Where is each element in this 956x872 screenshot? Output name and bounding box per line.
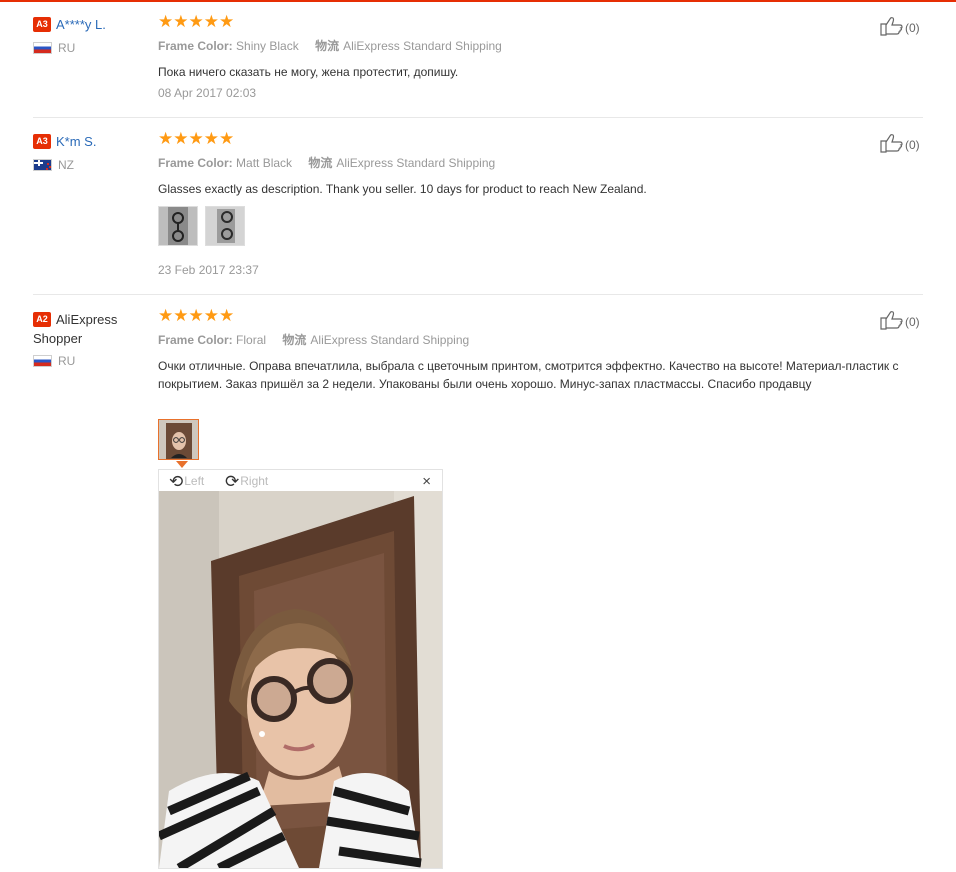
review-meta: Frame Color: Shiny Black 物流 AliExpress St… bbox=[158, 37, 928, 54]
rating-stars: ★★★★★ bbox=[158, 12, 235, 31]
flag-nz-icon bbox=[33, 159, 52, 171]
thumbs-up-icon bbox=[880, 311, 903, 330]
photo-viewer: ⟲Left ⟳Right × bbox=[158, 469, 443, 869]
frame-color-value: Floral bbox=[236, 333, 267, 347]
review-photo-thumbnail-selected[interactable] bbox=[158, 419, 199, 460]
thumbs-up-icon bbox=[880, 134, 903, 153]
helpful-button[interactable]: (0) bbox=[880, 16, 920, 36]
review-divider bbox=[33, 294, 923, 295]
shipping-label: 物流 bbox=[282, 333, 307, 347]
reviewer-country: NZ bbox=[33, 158, 143, 172]
review-body: ★★★★★ Frame Color: Floral 物流 AliExpress S… bbox=[158, 306, 928, 393]
country-code: RU bbox=[58, 41, 76, 55]
flag-ru-icon bbox=[33, 355, 52, 367]
photo-viewer-toolbar: ⟲Left ⟳Right × bbox=[159, 470, 442, 491]
shipping-info: 物流 AliExpress Standard Shipping bbox=[282, 333, 469, 347]
reviewer-info: A3 A****y L. RU bbox=[33, 16, 143, 55]
shipping-value: AliExpress Standard Shipping bbox=[336, 156, 496, 170]
review-date: 08 Apr 2017 02:03 bbox=[158, 86, 257, 100]
top-accent-line bbox=[0, 0, 956, 2]
review-text: Glasses exactly as description. Thank yo… bbox=[158, 182, 647, 196]
reviewer-name[interactable]: A****y L. bbox=[56, 17, 106, 32]
helpful-count: (0) bbox=[905, 138, 920, 152]
flag-ru-icon bbox=[33, 42, 52, 54]
close-icon[interactable]: × bbox=[422, 473, 431, 490]
shipping-value: AliExpress Standard Shipping bbox=[310, 333, 470, 347]
rotate-left-label: Left bbox=[184, 474, 205, 488]
reviewer-country: RU bbox=[33, 41, 143, 55]
reviewer-info: A3 K*m S. NZ bbox=[33, 133, 143, 172]
reviewer-name[interactable]: K*m S. bbox=[56, 134, 96, 149]
review-photo-large bbox=[159, 491, 442, 868]
helpful-button[interactable]: (0) bbox=[880, 133, 920, 153]
rating-stars: ★★★★★ bbox=[158, 129, 235, 148]
review-body: ★★★★★ Frame Color: Shiny Black 物流 AliExpr… bbox=[158, 12, 928, 100]
review-text: Очки отличные. Оправа впечатлила, выбрал… bbox=[158, 359, 899, 391]
shipping-info: 物流 AliExpress Standard Shipping bbox=[315, 39, 502, 53]
frame-color-label: Frame Color: bbox=[158, 333, 233, 347]
level-badge: A3 bbox=[33, 17, 51, 32]
review-photo-thumbnail[interactable] bbox=[158, 206, 198, 246]
rotate-right-icon: ⟳ bbox=[225, 472, 240, 491]
frame-color-label: Frame Color: bbox=[158, 156, 233, 170]
review-date: 23 Feb 2017 23:37 bbox=[158, 263, 259, 277]
thumbs-up-icon bbox=[880, 17, 903, 36]
review-body: ★★★★★ Frame Color: Matt Black 物流 AliExpre… bbox=[158, 129, 928, 198]
shipping-label: 物流 bbox=[315, 39, 340, 53]
review-text: Пока ничего сказать не могу, жена протес… bbox=[158, 65, 459, 79]
helpful-button[interactable]: (0) bbox=[880, 310, 920, 330]
reviewer-country: RU bbox=[33, 354, 143, 368]
shipping-value: AliExpress Standard Shipping bbox=[343, 39, 502, 53]
shipping-info: 物流 AliExpress Standard Shipping bbox=[308, 156, 495, 170]
frame-color-value: Shiny Black bbox=[236, 39, 299, 53]
rotate-right-label: Right bbox=[240, 474, 269, 488]
frame-color-label: Frame Color: bbox=[158, 39, 233, 53]
level-badge: A2 bbox=[33, 312, 51, 327]
selected-photo-pointer bbox=[176, 461, 188, 468]
country-code: RU bbox=[58, 354, 76, 368]
shipping-label: 物流 bbox=[308, 156, 333, 170]
review-divider bbox=[33, 117, 923, 118]
helpful-count: (0) bbox=[905, 21, 920, 35]
review-photo-thumbnail[interactable] bbox=[205, 206, 245, 246]
rotate-left-button[interactable]: ⟲Left bbox=[169, 472, 204, 492]
rotate-left-icon: ⟲ bbox=[169, 472, 184, 491]
review-meta: Frame Color: Floral 物流 AliExpress Standar… bbox=[158, 331, 928, 348]
level-badge: A3 bbox=[33, 134, 51, 149]
helpful-count: (0) bbox=[905, 315, 920, 329]
review-meta: Frame Color: Matt Black 物流 AliExpress Sta… bbox=[158, 154, 928, 171]
rotate-right-button[interactable]: ⟳Right bbox=[225, 472, 268, 492]
rating-stars: ★★★★★ bbox=[158, 306, 235, 325]
frame-color-value: Matt Black bbox=[236, 156, 293, 170]
country-code: NZ bbox=[58, 158, 74, 172]
reviewer-info: A2 AliExpress Shopper RU bbox=[33, 310, 143, 368]
reviewer-name-block: A2 AliExpress Shopper bbox=[33, 310, 143, 348]
